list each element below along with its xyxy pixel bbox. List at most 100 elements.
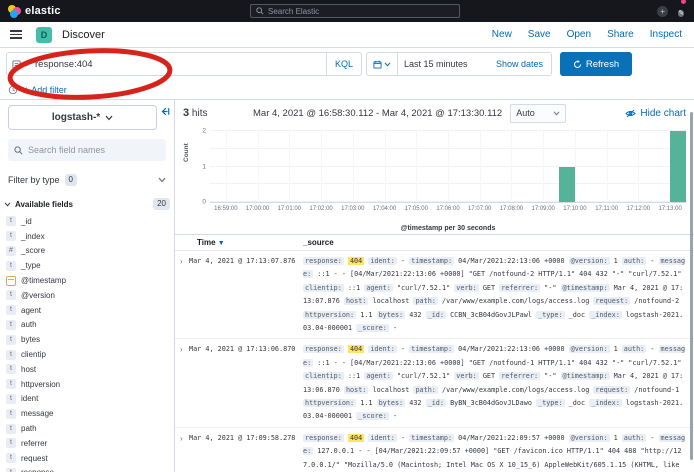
- doc-source: response: 404 ident: - timestamp: 04/Mar…: [303, 432, 694, 472]
- add-filter-button[interactable]: + Add filter: [24, 85, 67, 95]
- filter-row: + Add filter: [0, 80, 694, 100]
- table-header: Time ▼ _source: [175, 235, 694, 251]
- hits-label: hits: [192, 108, 208, 119]
- nav-action-inspect[interactable]: Inspect: [650, 29, 682, 40]
- chevron-down-icon: [4, 202, 11, 207]
- source-field-value: 1.1: [360, 311, 372, 319]
- field-path[interactable]: tpath: [6, 421, 174, 436]
- date-picker: Last 15 minutes Show dates: [366, 52, 552, 76]
- x-tick-label: 17:05:00: [405, 206, 428, 212]
- source-field-value: ::1 - - [04/Mar/2021:22:13:06 +0000] "GE…: [317, 270, 681, 278]
- global-search-input[interactable]: Search Elastic: [250, 4, 460, 18]
- field-agent[interactable]: tagent: [6, 303, 174, 318]
- nav-action-save[interactable]: Save: [528, 29, 551, 40]
- nav-action-share[interactable]: Share: [607, 29, 634, 40]
- user-menu[interactable]: ✎: [678, 2, 684, 20]
- x-tick-label: 17:09:00: [532, 206, 555, 212]
- v-gridline: [480, 131, 481, 202]
- field-name: _id: [21, 217, 32, 226]
- source-field-name: timestamp:: [409, 257, 454, 265]
- field-_index[interactable]: t_index: [6, 229, 174, 244]
- source-field-name: agent:: [364, 372, 393, 380]
- hits-number: 3: [183, 107, 189, 119]
- field-clientip[interactable]: tclientip: [6, 347, 174, 362]
- x-tick-label: 17:13:00: [658, 206, 681, 212]
- doc-rows: ›Mar 4, 2021 @ 17:13:07.876response: 404…: [175, 251, 694, 472]
- field-@version[interactable]: t@version: [6, 288, 174, 303]
- elastic-brand: elastic: [0, 5, 120, 18]
- refresh-button[interactable]: Refresh: [560, 52, 632, 76]
- available-fields-header[interactable]: Available fields 20: [4, 198, 170, 210]
- elastic-logo-icon: [8, 5, 21, 18]
- x-tick-label: 17:02:00: [309, 206, 332, 212]
- deployment-icon[interactable]: +: [657, 6, 668, 17]
- string-field-icon: t: [6, 379, 16, 389]
- source-field-value: localhost: [373, 386, 410, 394]
- source-field-name: _score:: [356, 324, 389, 332]
- date-field-icon: [6, 276, 16, 286]
- query-language-button[interactable]: KQL: [326, 53, 361, 75]
- source-field-name: httpversion:: [303, 399, 356, 407]
- source-field-name: _index:: [589, 311, 622, 319]
- histogram-bar-17:09:30[interactable]: [559, 167, 575, 203]
- hide-chart-button[interactable]: Hide chart: [625, 108, 686, 119]
- interval-value: Auto: [516, 108, 535, 118]
- field-response[interactable]: tresponse: [6, 466, 174, 472]
- field-_type[interactable]: t_type: [6, 258, 174, 273]
- expand-row-icon[interactable]: ›: [175, 432, 189, 472]
- nav-action-new[interactable]: New: [492, 29, 512, 40]
- field-host[interactable]: thost: [6, 362, 174, 377]
- field-httpversion[interactable]: thttpversion: [6, 377, 174, 392]
- show-dates-button[interactable]: Show dates: [496, 59, 551, 69]
- field-referrer[interactable]: treferrer: [6, 436, 174, 451]
- filter-history-icon[interactable]: [8, 85, 18, 95]
- interval-select[interactable]: Auto: [510, 104, 566, 123]
- filter-by-type-button[interactable]: Filter by type 0: [8, 170, 166, 190]
- expand-row-icon[interactable]: ›: [175, 343, 189, 423]
- nav-action-open[interactable]: Open: [567, 29, 591, 40]
- field-auth[interactable]: tauth: [6, 318, 174, 333]
- histogram-bar-17:13:00[interactable]: [670, 131, 686, 202]
- source-field-value: GET: [483, 284, 495, 292]
- time-range-button[interactable]: Last 15 minutes: [398, 59, 496, 69]
- source-field-name: @version:: [569, 434, 610, 442]
- doc-row: ›Mar 4, 2021 @ 17:09:58.278response: 404…: [175, 428, 694, 472]
- document-table: Time ▼ _source ›Mar 4, 2021 @ 17:13:07.8…: [175, 234, 694, 472]
- source-field-name: host:: [344, 297, 368, 305]
- field-request[interactable]: trequest: [6, 451, 174, 466]
- field-_score[interactable]: #_score: [6, 244, 174, 259]
- v-gridline: [226, 131, 227, 202]
- time-column-header[interactable]: Time ▼: [175, 238, 303, 247]
- index-pattern-select[interactable]: logstash-*: [8, 105, 157, 130]
- query-input[interactable]: response:404 KQL: [6, 52, 362, 76]
- calendar-menu[interactable]: [367, 53, 398, 75]
- chevron-down-icon: [105, 115, 113, 121]
- source-field-value: 1: [614, 257, 618, 265]
- time-range-display: Mar 4, 2021 @ 16:58:30.112 - Mar 4, 2021…: [253, 108, 502, 119]
- x-axis-title: @timestamp per 30 seconds: [210, 225, 686, 232]
- field-ident[interactable]: tident: [6, 392, 174, 407]
- x-tick-label: 17:08:00: [500, 206, 523, 212]
- saved-query-menu[interactable]: [7, 60, 35, 69]
- source-field-value: /notfound-2: [634, 297, 679, 305]
- field-name: ident: [21, 394, 38, 403]
- field-search-input[interactable]: Search field names: [8, 139, 166, 161]
- source-field-value: -: [393, 324, 397, 332]
- string-field-icon: t: [6, 231, 16, 241]
- y-tick-label: 2: [202, 128, 206, 135]
- source-field-value: _doc: [569, 399, 585, 407]
- expand-row-icon[interactable]: ›: [175, 255, 189, 335]
- chevron-down-icon: [553, 111, 560, 116]
- field-@timestamp[interactable]: @timestamp: [6, 273, 174, 288]
- field-bytes[interactable]: tbytes: [6, 332, 174, 347]
- source-field-value: -: [650, 434, 654, 442]
- source-field-value: ::1: [348, 284, 360, 292]
- field-name: bytes: [21, 335, 40, 344]
- vertical-scrollbar[interactable]: [690, 112, 693, 460]
- menu-icon[interactable]: [10, 28, 22, 41]
- collapse-sidebar-icon[interactable]: [160, 105, 170, 116]
- x-tick-label: 17:12:00: [627, 206, 650, 212]
- field-message[interactable]: tmessage: [6, 406, 174, 421]
- query-bar: response:404 KQL Last 15 minutes Show da…: [0, 48, 694, 80]
- field-_id[interactable]: t_id: [6, 214, 174, 229]
